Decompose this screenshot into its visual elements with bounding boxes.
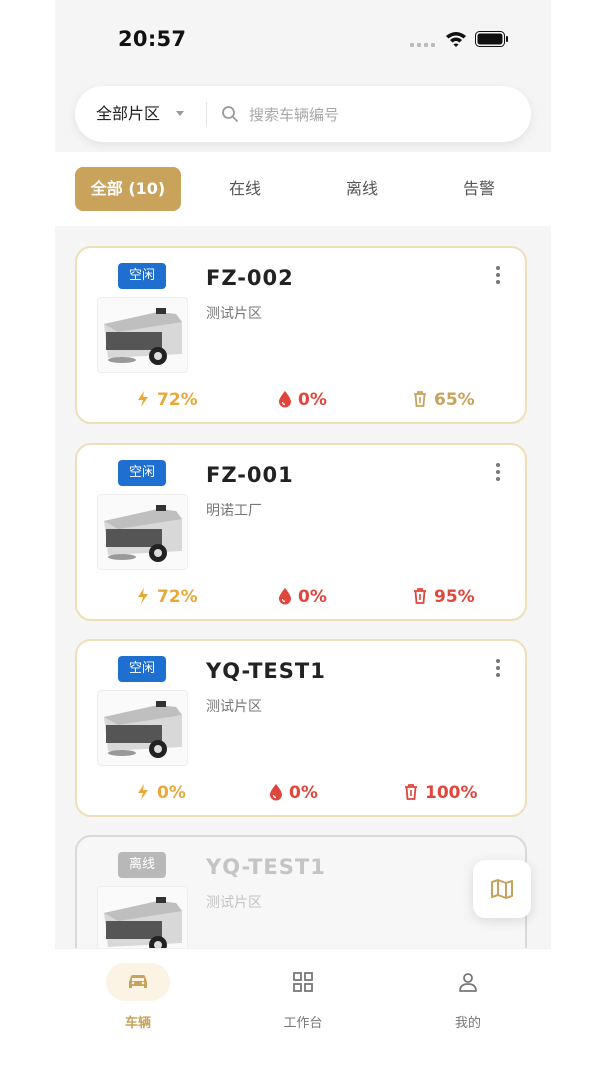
nav-label: 我的	[454, 1016, 481, 1031]
nav-label: 车辆	[124, 1016, 151, 1031]
nav-icon-highlight	[271, 963, 335, 1001]
zone-dropdown[interactable]: 全部片区	[96, 86, 160, 142]
tab-online[interactable]: 在线	[201, 167, 289, 211]
vehicle-name: FZ-002	[206, 266, 294, 290]
lightning-icon	[138, 391, 148, 407]
water-value: 0%	[289, 783, 318, 803]
water-drop-icon	[279, 588, 291, 605]
water-drop-icon	[279, 391, 291, 408]
trash-icon	[405, 784, 417, 800]
more-options-icon[interactable]	[492, 265, 504, 285]
trash-value: 65%	[434, 390, 475, 410]
workbench-grid-icon	[293, 972, 313, 992]
search-divider	[206, 102, 207, 126]
trash-icon	[414, 588, 426, 604]
zone-dropdown-label: 全部片区	[96, 104, 161, 123]
tab-alarm[interactable]: 告警	[435, 167, 523, 211]
vehicle-image	[97, 297, 188, 373]
nav-item-vehicles[interactable]: 车辆	[78, 963, 198, 1043]
wifi-icon	[446, 32, 466, 47]
more-options-icon[interactable]	[492, 462, 504, 482]
water-value: 0%	[298, 390, 327, 410]
trash-value: 95%	[434, 587, 475, 607]
battery-value: 72%	[157, 587, 198, 607]
status-badge: 空闲	[118, 263, 166, 289]
water-drop-icon	[270, 784, 282, 801]
nav-item-workbench[interactable]: 工作台	[243, 963, 363, 1043]
vehicle-name: YQ-TEST1	[206, 659, 326, 683]
vehicle-name: YQ-TEST1	[206, 855, 326, 879]
more-options-icon[interactable]	[492, 658, 504, 678]
map-view-button[interactable]	[473, 860, 531, 918]
vehicle-search-input[interactable]	[247, 100, 511, 130]
filter-tabs: 全部 (10) 在线 离线 告警	[55, 152, 551, 226]
user-icon	[459, 973, 477, 992]
vehicle-zone: 测试片区	[206, 895, 262, 911]
lightning-icon	[138, 784, 148, 800]
search-bar: 全部片区	[75, 86, 531, 142]
battery-value: 0%	[157, 783, 186, 803]
vehicle-card[interactable]: 空闲 YQ-TEST1 测试片区 0% 0% 100%	[75, 639, 527, 817]
app-screen: 20:57 全部片区 全部 (10)	[55, 0, 551, 1080]
vehicle-card[interactable]: 空闲 FZ-001 明诺工厂 72% 0% 95%	[75, 443, 527, 621]
car-icon	[129, 975, 147, 988]
status-time: 20:57	[118, 27, 187, 51]
trash-icon	[414, 391, 426, 407]
battery-value: 72%	[157, 390, 198, 410]
water-value: 0%	[298, 587, 327, 607]
nav-label: 工作台	[283, 1016, 323, 1031]
status-badge: 离线	[118, 852, 166, 878]
nav-icon-highlight	[436, 963, 500, 1001]
vehicle-name: FZ-001	[206, 463, 294, 487]
lightning-icon	[138, 588, 148, 604]
cellular-signal-icon	[410, 43, 435, 47]
nav-item-profile[interactable]: 我的	[408, 963, 528, 1043]
status-badge: 空闲	[118, 656, 166, 682]
vehicle-zone: 测试片区	[206, 306, 262, 322]
vehicle-card[interactable]: 空闲 FZ-002 测试片区 72% 0% 65%	[75, 246, 527, 424]
map-icon	[491, 879, 513, 899]
vehicle-zone: 测试片区	[206, 699, 262, 715]
nav-icon-highlight	[106, 963, 170, 1001]
chevron-down-icon[interactable]	[176, 111, 184, 116]
trash-value: 100%	[425, 783, 478, 803]
bottom-nav: 车辆 工作台 我的	[55, 948, 551, 1080]
status-badge: 空闲	[118, 460, 166, 486]
tab-offline[interactable]: 离线	[318, 167, 406, 211]
search-icon	[222, 106, 238, 122]
vehicle-image	[97, 494, 188, 570]
tab-all[interactable]: 全部 (10)	[75, 167, 181, 211]
vehicle-image	[97, 690, 188, 766]
battery-icon	[475, 31, 508, 47]
status-bar: 20:57	[55, 0, 551, 80]
vehicle-zone: 明诺工厂	[206, 503, 262, 519]
